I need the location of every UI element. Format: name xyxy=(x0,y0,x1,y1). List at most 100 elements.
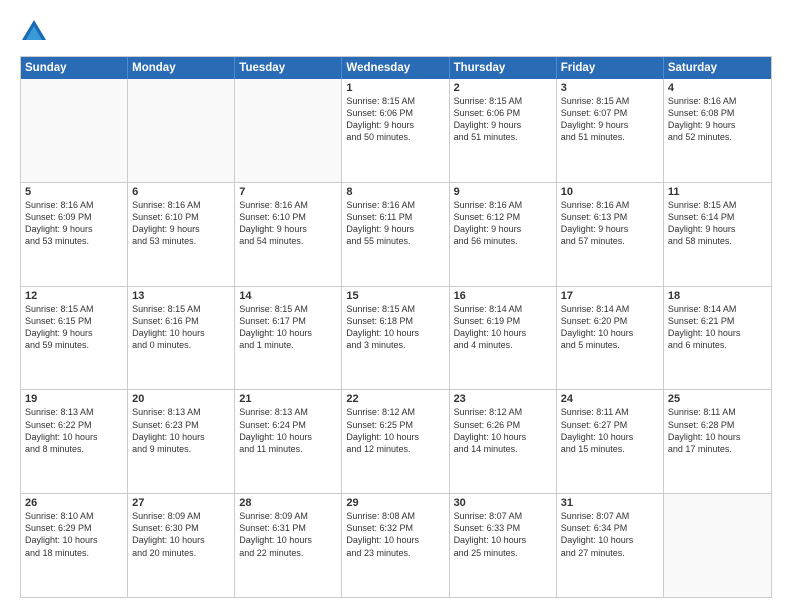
cell-text: Sunrise: 8:07 AM Sunset: 6:34 PM Dayligh… xyxy=(561,510,659,559)
day-header: Friday xyxy=(557,57,664,79)
cell-text: Sunrise: 8:15 AM Sunset: 6:06 PM Dayligh… xyxy=(346,95,444,144)
day-cell: 14Sunrise: 8:15 AM Sunset: 6:17 PM Dayli… xyxy=(235,287,342,390)
cell-text: Sunrise: 8:14 AM Sunset: 6:21 PM Dayligh… xyxy=(668,303,767,352)
day-cell: 16Sunrise: 8:14 AM Sunset: 6:19 PM Dayli… xyxy=(450,287,557,390)
day-number: 4 xyxy=(668,82,767,94)
cell-text: Sunrise: 8:15 AM Sunset: 6:06 PM Dayligh… xyxy=(454,95,552,144)
day-cell: 7Sunrise: 8:16 AM Sunset: 6:10 PM Daylig… xyxy=(235,183,342,286)
calendar: SundayMondayTuesdayWednesdayThursdayFrid… xyxy=(20,56,772,598)
day-header: Saturday xyxy=(664,57,771,79)
day-headers: SundayMondayTuesdayWednesdayThursdayFrid… xyxy=(21,57,771,79)
day-cell: 2Sunrise: 8:15 AM Sunset: 6:06 PM Daylig… xyxy=(450,79,557,182)
cell-text: Sunrise: 8:16 AM Sunset: 6:10 PM Dayligh… xyxy=(239,199,337,248)
day-cell: 12Sunrise: 8:15 AM Sunset: 6:15 PM Dayli… xyxy=(21,287,128,390)
cell-text: Sunrise: 8:16 AM Sunset: 6:12 PM Dayligh… xyxy=(454,199,552,248)
cell-text: Sunrise: 8:15 AM Sunset: 6:15 PM Dayligh… xyxy=(25,303,123,352)
day-number: 16 xyxy=(454,290,552,302)
cell-text: Sunrise: 8:10 AM Sunset: 6:29 PM Dayligh… xyxy=(25,510,123,559)
day-number: 15 xyxy=(346,290,444,302)
cell-text: Sunrise: 8:16 AM Sunset: 6:13 PM Dayligh… xyxy=(561,199,659,248)
cell-text: Sunrise: 8:16 AM Sunset: 6:10 PM Dayligh… xyxy=(132,199,230,248)
week-row: 12Sunrise: 8:15 AM Sunset: 6:15 PM Dayli… xyxy=(21,287,771,391)
cell-text: Sunrise: 8:16 AM Sunset: 6:09 PM Dayligh… xyxy=(25,199,123,248)
day-header: Wednesday xyxy=(342,57,449,79)
day-cell: 25Sunrise: 8:11 AM Sunset: 6:28 PM Dayli… xyxy=(664,390,771,493)
day-cell xyxy=(128,79,235,182)
cell-text: Sunrise: 8:09 AM Sunset: 6:31 PM Dayligh… xyxy=(239,510,337,559)
day-number: 27 xyxy=(132,497,230,509)
day-number: 5 xyxy=(25,186,123,198)
day-cell: 24Sunrise: 8:11 AM Sunset: 6:27 PM Dayli… xyxy=(557,390,664,493)
day-number: 29 xyxy=(346,497,444,509)
day-cell: 23Sunrise: 8:12 AM Sunset: 6:26 PM Dayli… xyxy=(450,390,557,493)
day-number: 17 xyxy=(561,290,659,302)
cell-text: Sunrise: 8:15 AM Sunset: 6:17 PM Dayligh… xyxy=(239,303,337,352)
cell-text: Sunrise: 8:16 AM Sunset: 6:11 PM Dayligh… xyxy=(346,199,444,248)
day-number: 12 xyxy=(25,290,123,302)
cell-text: Sunrise: 8:11 AM Sunset: 6:28 PM Dayligh… xyxy=(668,406,767,455)
day-cell: 30Sunrise: 8:07 AM Sunset: 6:33 PM Dayli… xyxy=(450,494,557,597)
day-number: 20 xyxy=(132,393,230,405)
week-row: 19Sunrise: 8:13 AM Sunset: 6:22 PM Dayli… xyxy=(21,390,771,494)
cell-text: Sunrise: 8:15 AM Sunset: 6:07 PM Dayligh… xyxy=(561,95,659,144)
cell-text: Sunrise: 8:08 AM Sunset: 6:32 PM Dayligh… xyxy=(346,510,444,559)
day-number: 10 xyxy=(561,186,659,198)
day-cell xyxy=(664,494,771,597)
cell-text: Sunrise: 8:13 AM Sunset: 6:23 PM Dayligh… xyxy=(132,406,230,455)
day-number: 23 xyxy=(454,393,552,405)
cell-text: Sunrise: 8:16 AM Sunset: 6:08 PM Dayligh… xyxy=(668,95,767,144)
week-row: 26Sunrise: 8:10 AM Sunset: 6:29 PM Dayli… xyxy=(21,494,771,597)
cell-text: Sunrise: 8:12 AM Sunset: 6:25 PM Dayligh… xyxy=(346,406,444,455)
page: SundayMondayTuesdayWednesdayThursdayFrid… xyxy=(0,0,792,612)
logo-icon xyxy=(20,18,48,46)
day-cell: 13Sunrise: 8:15 AM Sunset: 6:16 PM Dayli… xyxy=(128,287,235,390)
day-cell: 15Sunrise: 8:15 AM Sunset: 6:18 PM Dayli… xyxy=(342,287,449,390)
day-header: Thursday xyxy=(450,57,557,79)
header xyxy=(20,18,772,46)
day-cell: 11Sunrise: 8:15 AM Sunset: 6:14 PM Dayli… xyxy=(664,183,771,286)
week-row: 1Sunrise: 8:15 AM Sunset: 6:06 PM Daylig… xyxy=(21,79,771,183)
day-number: 24 xyxy=(561,393,659,405)
day-cell: 3Sunrise: 8:15 AM Sunset: 6:07 PM Daylig… xyxy=(557,79,664,182)
day-number: 3 xyxy=(561,82,659,94)
cell-text: Sunrise: 8:15 AM Sunset: 6:14 PM Dayligh… xyxy=(668,199,767,248)
day-number: 22 xyxy=(346,393,444,405)
day-number: 28 xyxy=(239,497,337,509)
cell-text: Sunrise: 8:07 AM Sunset: 6:33 PM Dayligh… xyxy=(454,510,552,559)
day-cell: 19Sunrise: 8:13 AM Sunset: 6:22 PM Dayli… xyxy=(21,390,128,493)
day-cell: 28Sunrise: 8:09 AM Sunset: 6:31 PM Dayli… xyxy=(235,494,342,597)
day-number: 31 xyxy=(561,497,659,509)
day-cell: 8Sunrise: 8:16 AM Sunset: 6:11 PM Daylig… xyxy=(342,183,449,286)
day-cell: 29Sunrise: 8:08 AM Sunset: 6:32 PM Dayli… xyxy=(342,494,449,597)
day-cell xyxy=(21,79,128,182)
day-number: 1 xyxy=(346,82,444,94)
cell-text: Sunrise: 8:13 AM Sunset: 6:22 PM Dayligh… xyxy=(25,406,123,455)
day-cell: 21Sunrise: 8:13 AM Sunset: 6:24 PM Dayli… xyxy=(235,390,342,493)
day-cell: 1Sunrise: 8:15 AM Sunset: 6:06 PM Daylig… xyxy=(342,79,449,182)
week-row: 5Sunrise: 8:16 AM Sunset: 6:09 PM Daylig… xyxy=(21,183,771,287)
day-cell: 26Sunrise: 8:10 AM Sunset: 6:29 PM Dayli… xyxy=(21,494,128,597)
day-cell: 31Sunrise: 8:07 AM Sunset: 6:34 PM Dayli… xyxy=(557,494,664,597)
day-number: 7 xyxy=(239,186,337,198)
cell-text: Sunrise: 8:14 AM Sunset: 6:19 PM Dayligh… xyxy=(454,303,552,352)
day-number: 26 xyxy=(25,497,123,509)
day-cell xyxy=(235,79,342,182)
day-number: 30 xyxy=(454,497,552,509)
day-cell: 6Sunrise: 8:16 AM Sunset: 6:10 PM Daylig… xyxy=(128,183,235,286)
weeks: 1Sunrise: 8:15 AM Sunset: 6:06 PM Daylig… xyxy=(21,79,771,597)
cell-text: Sunrise: 8:14 AM Sunset: 6:20 PM Dayligh… xyxy=(561,303,659,352)
day-number: 18 xyxy=(668,290,767,302)
logo xyxy=(20,18,52,46)
day-cell: 18Sunrise: 8:14 AM Sunset: 6:21 PM Dayli… xyxy=(664,287,771,390)
cell-text: Sunrise: 8:09 AM Sunset: 6:30 PM Dayligh… xyxy=(132,510,230,559)
day-number: 14 xyxy=(239,290,337,302)
day-number: 9 xyxy=(454,186,552,198)
day-header: Tuesday xyxy=(235,57,342,79)
cell-text: Sunrise: 8:11 AM Sunset: 6:27 PM Dayligh… xyxy=(561,406,659,455)
day-cell: 5Sunrise: 8:16 AM Sunset: 6:09 PM Daylig… xyxy=(21,183,128,286)
day-cell: 4Sunrise: 8:16 AM Sunset: 6:08 PM Daylig… xyxy=(664,79,771,182)
day-header: Sunday xyxy=(21,57,128,79)
day-cell: 10Sunrise: 8:16 AM Sunset: 6:13 PM Dayli… xyxy=(557,183,664,286)
day-cell: 9Sunrise: 8:16 AM Sunset: 6:12 PM Daylig… xyxy=(450,183,557,286)
day-header: Monday xyxy=(128,57,235,79)
